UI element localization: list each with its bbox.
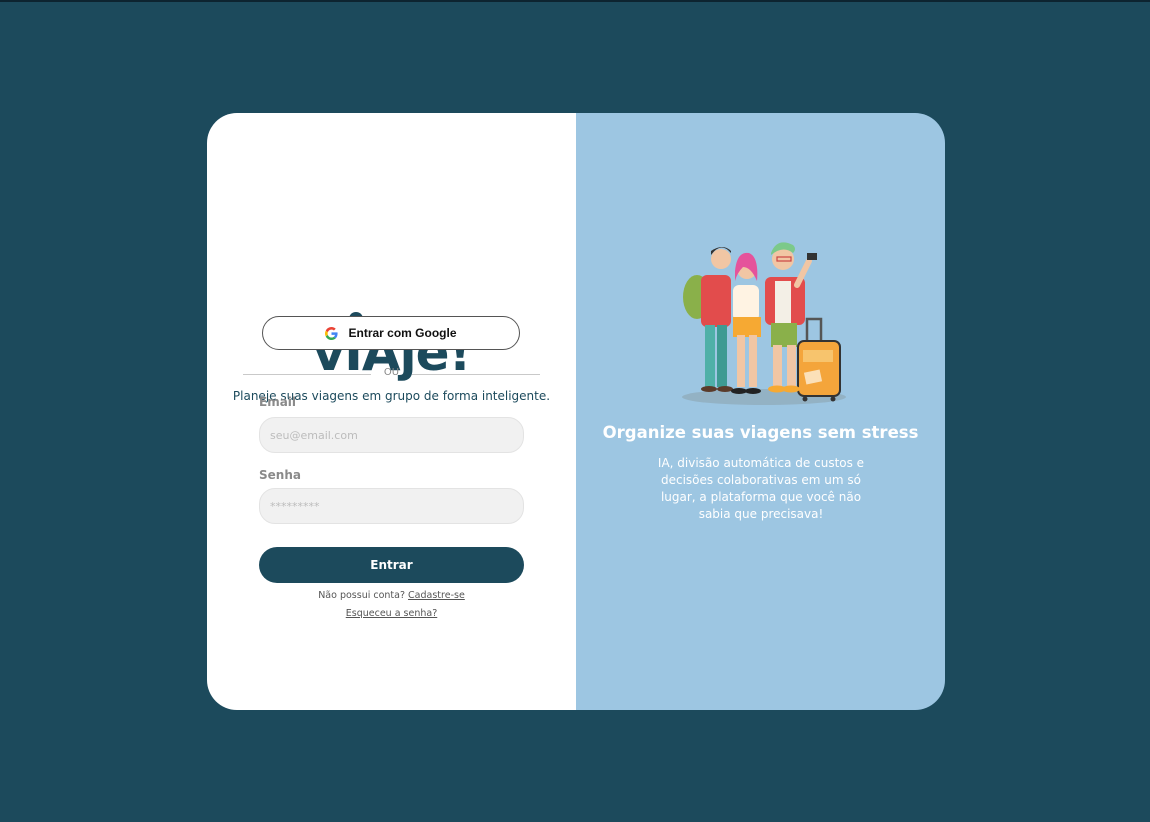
forgot-password-link[interactable]: Esqueceu a senha? [207, 608, 576, 619]
or-divider: OU [243, 367, 540, 381]
login-panel: vIAje! Planeje suas viagens em grupo de … [207, 113, 576, 710]
signup-prompt: Não possui conta? Cadastre-se [207, 590, 576, 601]
travelers-illustration [682, 242, 846, 405]
google-login-button[interactable]: Entrar com Google [262, 316, 520, 350]
password-label: Senha [259, 468, 301, 482]
email-label: Email [259, 395, 297, 409]
divider-line-right [412, 374, 540, 375]
window-top-border [0, 0, 1150, 2]
google-button-label: Entrar com Google [348, 326, 457, 340]
promo-panel: Organize suas viagens sem stress IA, div… [576, 113, 945, 710]
email-field[interactable] [259, 417, 524, 453]
google-icon [325, 326, 339, 340]
signup-link[interactable]: Cadastre-se [408, 590, 465, 601]
login-submit-button[interactable]: Entrar [259, 547, 524, 583]
promo-title: Organize suas viagens sem stress [602, 423, 919, 442]
no-account-text: Não possui conta? [318, 590, 406, 601]
promo-description: IA, divisão automática de custos e decis… [657, 456, 865, 521]
divider-text: OU [383, 367, 400, 378]
login-card: vIAje! Planeje suas viagens em grupo de … [207, 113, 945, 710]
password-field[interactable] [259, 488, 524, 524]
